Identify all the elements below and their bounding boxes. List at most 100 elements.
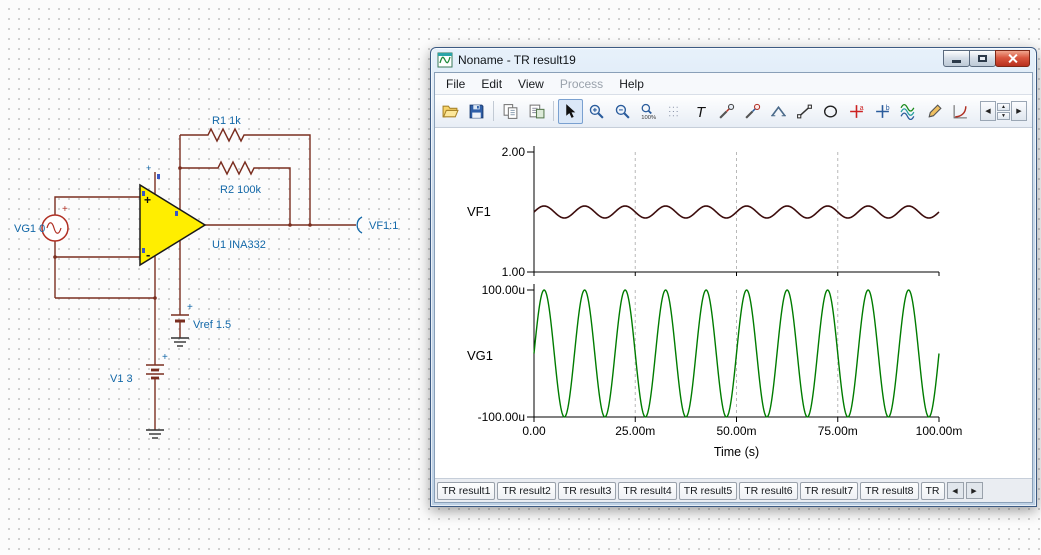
curve-tool-button[interactable]	[948, 99, 973, 124]
source-plus-sign: +	[62, 204, 68, 215]
result-tab[interactable]: TR result2	[497, 481, 556, 500]
result-tab[interactable]: TR result1	[437, 481, 496, 500]
v1-source[interactable]: + V1 3	[110, 352, 168, 385]
curve-tool-icon	[953, 104, 967, 118]
paste-button[interactable]	[524, 99, 549, 124]
select-cursor-button[interactable]	[558, 98, 583, 124]
tab-scroll-left-button[interactable]: ◀	[946, 482, 964, 499]
xtick-3: 75.00m	[818, 424, 858, 438]
voltage-generator-vg1[interactable]: + VG1 0	[14, 204, 69, 242]
window-body: File Edit View Process Help 100% T a b ◀…	[434, 72, 1033, 503]
voltage-probe-icon	[719, 103, 735, 119]
toolbar: 100% T a b ◀ ▲ ▼ ▶	[435, 95, 1032, 128]
axis-b-icon: b	[876, 104, 890, 118]
text-tool-button[interactable]: T	[688, 99, 713, 124]
ground-symbol[interactable]	[146, 429, 164, 439]
resistor-symbol-icon	[215, 160, 260, 176]
result-tab[interactable]: TR result3	[557, 481, 617, 500]
spinner-up-button[interactable]: ▲	[997, 102, 1010, 111]
toolbar-separator	[493, 101, 494, 121]
open-folder-icon	[442, 105, 459, 117]
menu-file[interactable]: File	[438, 75, 473, 93]
nav-left-button[interactable]: ◀	[980, 101, 996, 121]
zoom-in-button[interactable]	[584, 99, 609, 124]
x-axis-label: Time (s)	[714, 445, 759, 459]
pen-icon	[928, 103, 942, 118]
menu-help[interactable]: Help	[611, 75, 652, 93]
minimize-button[interactable]	[943, 49, 970, 67]
vf1-series-label: VF1	[467, 204, 491, 219]
zoom-100-button[interactable]: 100%	[636, 99, 661, 124]
vf1-ytick-max: 2.00	[502, 145, 526, 159]
ellipse-tool-button[interactable]	[818, 99, 843, 124]
axis-a-button[interactable]: a	[844, 99, 869, 124]
opamp-u1[interactable]: + - + U1 INA332	[139, 163, 266, 267]
close-button[interactable]	[995, 49, 1030, 67]
copy-button[interactable]	[498, 99, 523, 124]
zoom-out-button[interactable]	[610, 99, 635, 124]
chart-canvas[interactable]: 2.00 1.00 100.00u -100.00u VF1 VG1 0.00 …	[439, 132, 1032, 476]
result-window: Noname - TR result19 File Edit View Proc…	[430, 47, 1037, 507]
resistor-r1[interactable]: R1 1k	[205, 115, 250, 143]
output-pin-vf1[interactable]: VF1:1	[356, 216, 398, 234]
u1-label: U1 INA332	[212, 239, 266, 251]
result-tab[interactable]: TR	[920, 481, 945, 500]
vf1-label: VF1:1	[369, 220, 398, 232]
menu-view[interactable]: View	[510, 75, 552, 93]
nav-right-button[interactable]: ▶	[1011, 101, 1027, 121]
grid-icon	[669, 106, 680, 116]
result-tab[interactable]: TR result7	[799, 481, 859, 500]
chart-area: 2.00 1.00 100.00u -100.00u VF1 VG1 0.00 …	[435, 128, 1032, 478]
maximize-button[interactable]	[969, 49, 996, 67]
result-tab[interactable]: TR result4	[618, 481, 677, 500]
titlebar[interactable]: Noname - TR result19	[431, 48, 1036, 72]
result-tab[interactable]: TR result5	[678, 481, 738, 500]
ellipse-tool-icon	[823, 104, 838, 118]
marker-icon	[771, 105, 786, 116]
paste-icon	[529, 104, 545, 118]
toolbar-separator	[553, 101, 554, 121]
source-circle-icon	[41, 214, 69, 242]
save-floppy-icon	[469, 104, 484, 118]
resistor-r2[interactable]: R2 100k	[215, 160, 261, 196]
xtick-0: 0.00	[522, 424, 546, 438]
opamp-plus-input: +	[144, 193, 151, 207]
pen-tool-button[interactable]	[922, 99, 947, 124]
result-tab[interactable]: TR result8	[860, 481, 919, 500]
wires[interactable]	[54, 134, 356, 430]
gridlines	[634, 152, 839, 417]
axis-b-button[interactable]: b	[870, 99, 895, 124]
line-tool-button[interactable]	[792, 99, 817, 124]
copy-icon	[503, 103, 518, 119]
output-pin-icon	[356, 216, 363, 234]
open-button[interactable]	[438, 99, 463, 124]
trace-spinner: ▲ ▼	[997, 102, 1010, 120]
voltage-probe-button[interactable]	[714, 99, 739, 124]
marker-tool-button[interactable]	[766, 99, 791, 124]
v1-label: V1 3	[110, 373, 133, 385]
vg1-label: VG1 0	[14, 223, 45, 235]
grid-toggle-button[interactable]	[662, 99, 687, 124]
menu-edit[interactable]: Edit	[473, 75, 510, 93]
vf1-ytick-min: 1.00	[502, 265, 526, 279]
close-icon	[1007, 53, 1018, 64]
current-probe-icon	[745, 103, 761, 119]
result-tab[interactable]: TR result6	[739, 481, 798, 500]
tab-scroll-right-button[interactable]: ▶	[965, 482, 983, 499]
resistor-symbol-icon	[205, 127, 250, 143]
vg1-ytick-max: 100.00u	[482, 283, 525, 297]
save-button[interactable]	[464, 99, 489, 124]
zoom-in-icon	[589, 104, 604, 119]
waveforms-icon	[900, 103, 915, 120]
line-tool-icon	[797, 104, 812, 118]
xtick-1: 25.00m	[615, 424, 655, 438]
text-tool-icon: T	[696, 104, 706, 119]
vref-label: Vref 1.5	[193, 319, 231, 331]
ground-symbol[interactable]	[171, 337, 189, 347]
vg1-series-label: VG1	[467, 348, 493, 363]
window-icon	[437, 52, 453, 68]
spinner-down-button[interactable]: ▼	[997, 111, 1010, 120]
supply-plus-sign: +	[146, 163, 151, 173]
current-probe-button[interactable]	[740, 99, 765, 124]
waveforms-button[interactable]	[896, 99, 921, 124]
